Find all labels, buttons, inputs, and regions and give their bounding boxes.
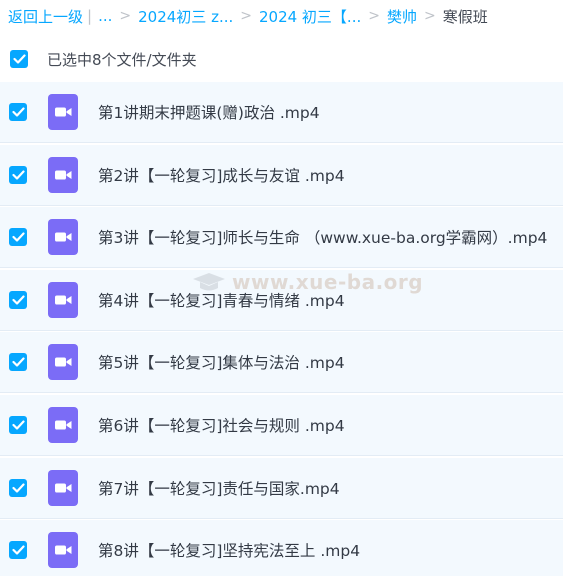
file-name: 第8讲【一轮复习]坚持宪法至上 .mp4 — [98, 542, 361, 561]
file-row[interactable]: 第3讲【一轮复习]师长与生命 （www.xue-ba.org学霸网）.mp4 — [0, 207, 563, 269]
video-file-icon — [48, 94, 78, 130]
file-name: 第3讲【一轮复习]师长与生命 （www.xue-ba.org学霸网）.mp4 — [98, 229, 548, 248]
file-checkbox[interactable] — [9, 541, 27, 560]
selection-count-label: 已选中8个文件/文件夹 — [47, 50, 197, 69]
file-checkbox[interactable] — [9, 165, 27, 184]
checkmark-icon — [11, 169, 25, 180]
file-row[interactable]: 第6讲【一轮复习]社会与规则 .mp4 — [0, 394, 563, 456]
video-file-icon — [48, 219, 78, 256]
checkmark-icon — [11, 545, 25, 555]
file-row[interactable]: 第8讲【一轮复习]坚持宪法至上 .mp4 — [0, 520, 563, 576]
back-link[interactable]: 返回上一级 — [8, 6, 83, 27]
file-row[interactable]: 第4讲【一轮复习]青春与情绪 .mp4 — [0, 269, 563, 331]
file-checkbox[interactable] — [9, 353, 27, 372]
file-row[interactable]: 第5讲【一轮复习]集体与法治 .mp4 — [0, 332, 563, 394]
file-checkbox[interactable] — [9, 103, 27, 121]
checkmark-icon — [11, 232, 25, 242]
select-all-checkbox[interactable] — [10, 50, 28, 68]
file-checkbox[interactable] — [9, 478, 27, 497]
select-all-bar: 已选中8个文件/文件夹 — [0, 42, 563, 76]
checkmark-icon — [11, 357, 25, 367]
checkmark-icon — [11, 420, 25, 430]
video-file-icon — [48, 281, 78, 318]
chevron-right-icon: > — [368, 8, 380, 24]
file-row[interactable]: 第7讲【一轮复习]责任与国家.mp4 — [0, 457, 563, 519]
file-name: 第2讲【一轮复习]成长与友谊 .mp4 — [98, 166, 345, 185]
breadcrumb-item[interactable]: 樊帅 — [387, 6, 417, 27]
checkmark-icon — [11, 482, 25, 493]
file-checkbox[interactable] — [9, 290, 27, 309]
video-file-icon — [48, 469, 78, 506]
file-browser: 返回上一级 | ... > 2024初三 z... > 2024 初三【... … — [0, 0, 563, 576]
breadcrumb-divider: | — [87, 7, 93, 25]
video-file-icon — [48, 532, 78, 569]
chevron-right-icon: > — [240, 8, 252, 24]
file-row[interactable]: 第1讲期末押题课(赠)政治 .mp4 — [0, 82, 563, 143]
file-name: 第6讲【一轮复习]社会与规则 .mp4 — [98, 416, 345, 435]
breadcrumb-item[interactable]: 2024初三 z... — [138, 6, 233, 27]
checkmark-icon — [12, 54, 26, 64]
file-name: 第4讲【一轮复习]青春与情绪 .mp4 — [98, 291, 345, 310]
breadcrumb-item[interactable]: 2024 初三【... — [259, 6, 361, 27]
breadcrumb-ellipsis[interactable]: ... — [98, 7, 112, 25]
file-name: 第1讲期末押题课(赠)政治 .mp4 — [98, 104, 320, 122]
checkmark-icon — [11, 107, 25, 117]
file-name: 第7讲【一轮复习]责任与国家.mp4 — [98, 479, 340, 498]
file-row[interactable]: 第2讲【一轮复习]成长与友谊 .mp4 — [0, 144, 563, 206]
video-file-icon — [48, 156, 78, 193]
file-name: 第5讲【一轮复习]集体与法治 .mp4 — [98, 354, 345, 373]
file-list: 第1讲期末押题课(赠)政治 .mp4 第2讲【一轮复习]成长与友谊 .mp4 第3讲… — [0, 82, 563, 576]
chevron-right-icon: > — [423, 8, 436, 24]
file-checkbox[interactable] — [9, 228, 27, 247]
breadcrumb-current: 寒假班 — [442, 7, 488, 26]
chevron-right-icon: > — [119, 8, 132, 24]
breadcrumb: 返回上一级 | ... > 2024初三 z... > 2024 初三【... … — [0, 0, 563, 32]
video-file-icon — [48, 406, 78, 443]
checkmark-icon — [11, 295, 25, 305]
file-checkbox[interactable] — [9, 415, 27, 434]
video-file-icon — [48, 344, 78, 381]
